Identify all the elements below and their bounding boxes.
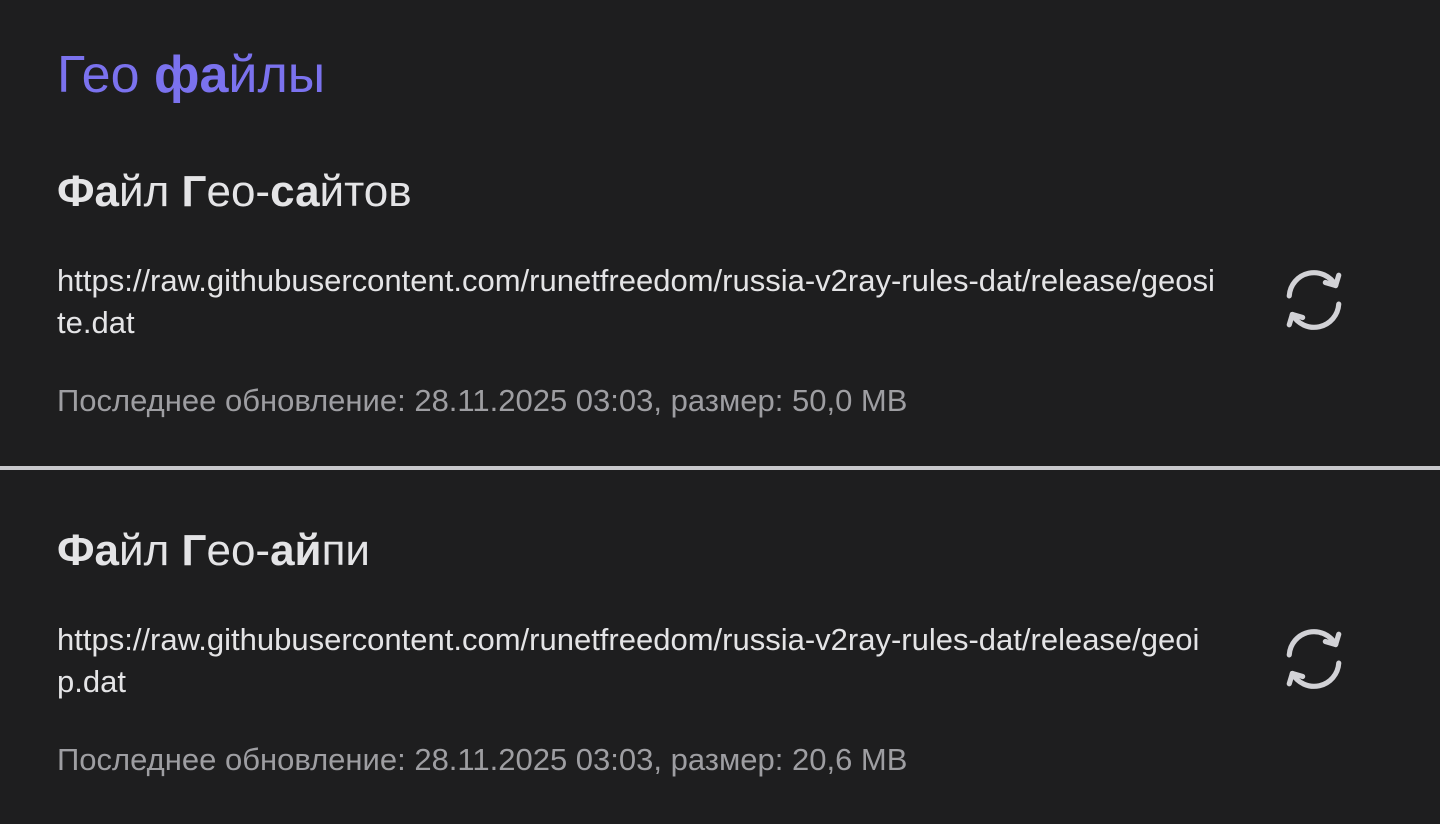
meta-label: Последнее обновление: — [57, 383, 415, 418]
geosite-file-title: Файл Гео-сайтов — [57, 166, 412, 218]
title-part: Г — [181, 526, 207, 575]
geoip-file-url: https://raw.githubusercontent.com/runetf… — [57, 619, 1217, 703]
geosite-file-url: https://raw.githubusercontent.com/runetf… — [57, 260, 1217, 344]
title-part: Г — [181, 167, 207, 216]
meta-size-label: , размер: — [653, 383, 792, 418]
meta-size: 20,6 MB — [791, 742, 908, 777]
title-part: са — [270, 167, 320, 216]
refresh-icon — [1286, 270, 1342, 330]
geoip-file-title: Файл Гео-айпи — [57, 525, 370, 577]
meta-size-label: , размер: — [653, 742, 792, 777]
title-part: ео- — [206, 526, 271, 575]
meta-label: Последнее обновление: — [57, 742, 415, 777]
geosite-file-card: Файл Гео-сайтов https://raw.githubuserco… — [0, 0, 1440, 466]
url-prefix: https://raw.githubusercontent.com/runetf… — [57, 263, 1141, 298]
title-part: йл — [119, 526, 182, 575]
title-part: йл — [119, 167, 182, 216]
geosite-refresh-button[interactable] — [1264, 250, 1364, 350]
title-part: Фа — [57, 167, 120, 216]
geosite-file-meta: Последнее обновление: 28.11.2025 03:03, … — [57, 381, 907, 421]
refresh-icon — [1286, 629, 1342, 689]
meta-size: 50,0 MB — [791, 383, 908, 418]
meta-date: 28.11.2025 03:03 — [414, 742, 654, 777]
geoip-file-meta: Последнее обновление: 28.11.2025 03:03, … — [57, 740, 907, 780]
geoip-file-card: Файл Гео-айпи https://raw.githubusercont… — [0, 470, 1440, 824]
title-part: Фа — [57, 526, 120, 575]
geoip-refresh-button[interactable] — [1264, 609, 1364, 709]
title-part: пи — [321, 526, 370, 575]
title-part: йтов — [319, 167, 412, 216]
meta-date: 28.11.2025 03:03 — [414, 383, 654, 418]
title-part: ай — [270, 526, 322, 575]
title-part: ео- — [206, 167, 271, 216]
url-prefix: https://raw.githubusercontent.com/runetf… — [57, 622, 1141, 657]
